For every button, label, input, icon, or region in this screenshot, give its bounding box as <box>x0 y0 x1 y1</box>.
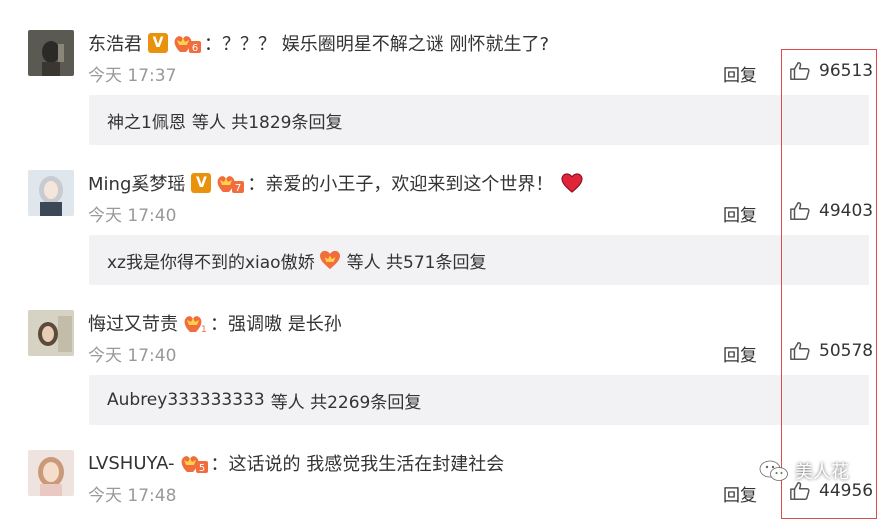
like-count: 96513 <box>819 61 874 81</box>
like-button[interactable]: 50578 <box>789 340 873 362</box>
svg-text:5: 5 <box>198 463 204 474</box>
username[interactable]: 悔过又苛责 <box>88 310 178 336</box>
timestamp: 今天 17:37 <box>88 66 177 86</box>
comment-header: 悔过又苛责 1 ：强调嗷 是长孙 <box>88 310 342 336</box>
avatar[interactable] <box>28 310 74 356</box>
thread-names[interactable]: 神之1佩恩 <box>107 108 186 133</box>
like-button[interactable]: 96513 <box>789 60 873 82</box>
verified-icon: V <box>191 173 212 193</box>
like-count: 49403 <box>819 201 874 221</box>
comment-text: ：强调嗷 是长孙 <box>210 314 342 335</box>
reply-button[interactable]: 回复 <box>723 61 757 86</box>
timestamp: 今天 17:48 <box>88 486 177 506</box>
watermark-text: 美人花 <box>795 462 849 483</box>
reply-button[interactable]: 回复 <box>723 201 757 226</box>
reply-thread[interactable]: 神之1佩恩 等人 共1829条回复 <box>89 95 869 145</box>
vip-badge-icon: 1 <box>182 312 208 334</box>
username[interactable]: 东浩君 <box>88 30 142 56</box>
username[interactable]: LVSHUYA- <box>88 453 175 474</box>
svg-text:1: 1 <box>201 325 207 334</box>
comment-text: ：？？？ 娱乐圈明星不解之谜 刚怀就生了? <box>204 34 549 55</box>
vip-badge-icon: 7 <box>215 172 245 194</box>
thread-names[interactable]: xz我是你得不到的xiao傲娇 <box>107 248 315 273</box>
like-count: 50578 <box>819 341 874 361</box>
watermark: 美人花 <box>759 458 849 484</box>
vip-badge-icon: 6 <box>172 32 202 54</box>
like-count: 44956 <box>819 481 874 501</box>
comment-header: LVSHUYA- 5 ：这话说的 我感觉我生活在封建社会 <box>88 450 504 476</box>
comment-header: Ming奚梦瑶 V 7 ：亲爱的小王子，欢迎来到这个世界！ <box>88 170 583 196</box>
thread-summary: 等人 共571条回复 <box>346 252 487 273</box>
thumbs-up-icon <box>790 62 810 80</box>
reply-button[interactable]: 回复 <box>723 481 757 506</box>
thread-summary: 等人 共2269条回复 <box>270 392 422 413</box>
username[interactable]: Ming奚梦瑶 <box>88 170 185 196</box>
timestamp: 今天 17:40 <box>88 206 177 226</box>
verified-icon: V <box>148 33 168 53</box>
wechat-icon <box>759 460 788 481</box>
reply-button[interactable]: 回复 <box>723 341 757 366</box>
thread-summary: 等人 共1829条回复 <box>191 112 343 133</box>
heart-emoji-icon <box>561 173 583 193</box>
avatar[interactable] <box>28 450 74 496</box>
vip-badge-icon: 5 <box>179 452 209 474</box>
reply-thread[interactable]: Aubrey333333333 等人 共2269条回复 <box>89 375 869 425</box>
comment-text: ：这话说的 我感觉我生活在封建社会 <box>210 454 505 475</box>
thread-names[interactable]: Aubrey333333333 <box>107 390 265 410</box>
comment-text: ：亲爱的小王子，欢迎来到这个世界！ <box>247 174 554 195</box>
reply-thread[interactable]: xz我是你得不到的xiao傲娇 等人 共571条回复 <box>89 235 869 285</box>
svg-text:7: 7 <box>235 183 241 194</box>
like-button[interactable]: 49403 <box>789 200 873 222</box>
avatar[interactable] <box>28 170 74 216</box>
thumbs-up-icon <box>790 342 810 360</box>
thumbs-up-icon <box>790 202 810 220</box>
timestamp: 今天 17:40 <box>88 346 177 366</box>
avatar[interactable] <box>28 30 74 76</box>
vip-heart-icon <box>319 250 341 270</box>
svg-text:6: 6 <box>192 43 198 54</box>
comment-header: 东浩君 V 6 ：？？？ 娱乐圈明星不解之谜 刚怀就生了? <box>88 30 549 56</box>
